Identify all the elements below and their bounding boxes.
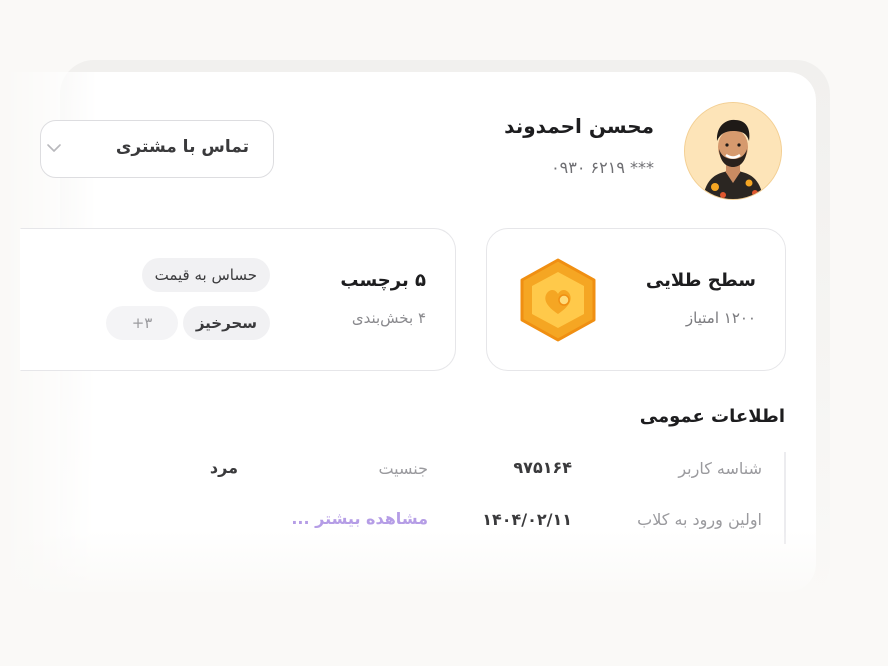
view-more-link[interactable]: مشاهده بیشتر ... [291, 509, 428, 528]
info-divider [784, 452, 786, 544]
first-login-value: ۱۴۰۴/۰۲/۱۱ [482, 510, 572, 529]
tag-chip-early-riser[interactable]: سحرخیز [182, 306, 270, 340]
contact-customer-label: تماس با مشتری [115, 137, 249, 157]
tag-chip-price-sensitive[interactable]: حساس به قیمت [141, 258, 270, 292]
tags-count-title: ۵ برچسب [340, 270, 426, 291]
first-login-label: اولین ورود به کلاب [637, 510, 762, 529]
customer-profile-screen: محسن احمدوند ۰۹۳۰ ۶۲۱۹ *** تماس با مشتری… [0, 0, 888, 666]
customer-name: محسن احمدوند [504, 114, 654, 138]
gender-value: مرد [209, 458, 238, 477]
membership-points: ۱۲۰۰ امتیاز [685, 309, 756, 327]
tags-card [20, 228, 456, 371]
gender-label: جنسیت [378, 459, 428, 478]
membership-level-title: سطح طلایی [645, 270, 756, 291]
avatar [684, 102, 782, 200]
contact-customer-dropdown[interactable]: تماس با مشتری [40, 120, 274, 178]
person-avatar-icon [685, 103, 781, 199]
general-info-title: اطلاعات عمومی [639, 406, 785, 427]
customer-phone: ۰۹۳۰ ۶۲۱۹ *** [551, 158, 654, 177]
chevron-down-icon [47, 144, 61, 152]
gold-heart-badge-icon [520, 258, 596, 342]
user-id-label: شناسه کاربر [678, 459, 762, 478]
user-id-value: ۹۷۵۱۶۴ [513, 458, 572, 477]
segments-count: ۴ بخش‌بندی [351, 309, 426, 327]
more-tags-chip[interactable]: +۳ [106, 306, 178, 340]
